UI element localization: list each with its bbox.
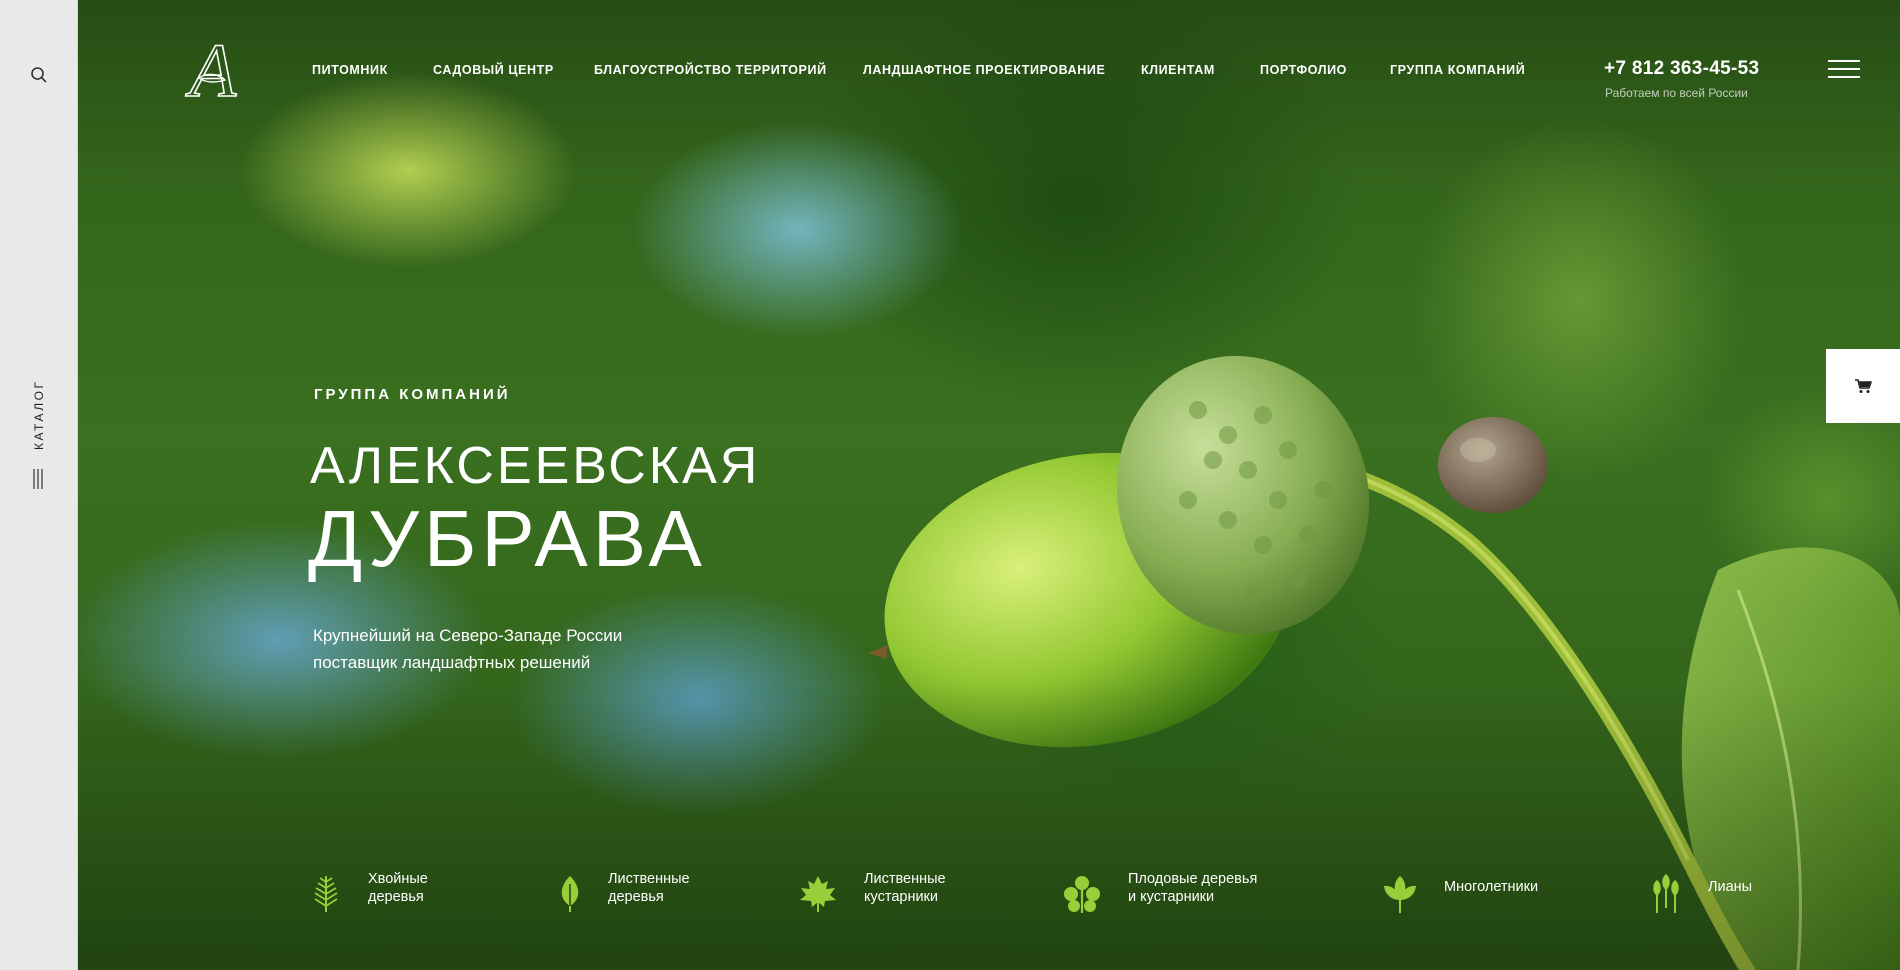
category-label: Лианы [1708, 879, 1753, 895]
nav-item-landscape-design[interactable]: ЛАНДШАФТНОЕ ПРОЕКТИРОВАНИЕ [863, 63, 1105, 77]
catalog-lines-icon [33, 469, 43, 489]
conifer-icon [314, 876, 338, 912]
phone-note: Работаем по всей России [1605, 86, 1748, 100]
cart-icon [1855, 379, 1872, 393]
maple-leaf-icon [800, 876, 836, 912]
nav-item-garden-center[interactable]: САДОВЫЙ ЦЕНТР [433, 63, 554, 77]
catalog-toggle[interactable]: КАТАЛОГ [22, 360, 56, 500]
vine-icon [1653, 874, 1679, 913]
cart-button[interactable] [1826, 349, 1900, 423]
category-label: Хвойные деревья [368, 871, 428, 905]
nav-item-group[interactable]: ГРУППА КОМПАНИЙ [1390, 63, 1525, 77]
logo-letter: A [185, 34, 237, 106]
phone-link[interactable]: +7 812 363-45-53 [1604, 58, 1759, 80]
hero-subtitle-line1: Крупнейший на Северо-Западе России [313, 626, 623, 645]
fruit-tree-icon [1064, 876, 1100, 913]
menu-icon-line [1828, 68, 1860, 70]
category-label: Лиственные деревья [608, 871, 690, 905]
nav-item-landscaping[interactable]: БЛАГОУСТРОЙСТВО ТЕРРИТОРИЙ [594, 63, 827, 77]
nav-item-clients[interactable]: КЛИЕНТАМ [1141, 63, 1215, 77]
category-label: Лиственные кустарники [864, 871, 946, 905]
category-label: Многолетники [1444, 879, 1539, 895]
menu-button[interactable] [1828, 60, 1860, 80]
deciduous-tree-icon [561, 876, 579, 912]
logo-mark: A [184, 28, 238, 114]
hero-subtitle: Крупнейший на Северо-Западе России поста… [313, 622, 622, 676]
company-logo[interactable]: A [177, 28, 249, 114]
catalog-label: КАТАЛОГ [32, 379, 46, 450]
hero-eyebrow: ГРУППА КОМПАНИЙ [314, 386, 511, 403]
perennial-icon [1384, 876, 1416, 913]
sidebar: КАТАЛОГ [0, 0, 78, 970]
hero-title-line2: ДУБРАВА [308, 494, 707, 583]
menu-icon-line [1828, 60, 1860, 62]
search-button[interactable] [26, 62, 52, 88]
hero-title-line1: АЛЕКСЕЕВСКАЯ [310, 437, 761, 495]
menu-icon-line [1828, 76, 1860, 78]
nav-item-nursery[interactable]: ПИТОМНИК [312, 63, 388, 77]
nav-item-portfolio[interactable]: ПОРТФОЛИО [1260, 63, 1347, 77]
search-icon [31, 67, 47, 83]
category-label: Плодовые деревья и кустарники [1128, 871, 1258, 905]
hero-subtitle-line2: поставщик ландшафтных решений [313, 653, 591, 672]
